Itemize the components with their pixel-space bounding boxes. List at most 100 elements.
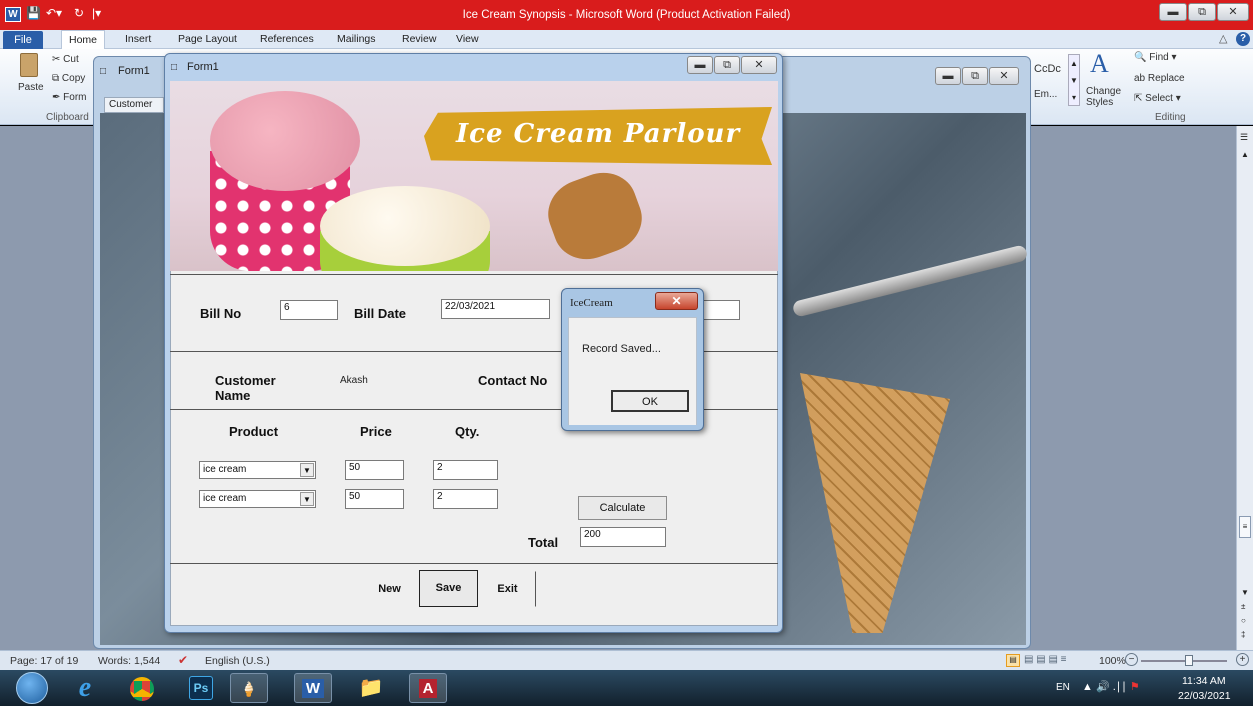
product-select[interactable]: ice cream ▼ bbox=[199, 490, 316, 508]
customer-name-value[interactable]: Akash bbox=[340, 375, 368, 386]
change-styles-icon[interactable]: A bbox=[1090, 49, 1109, 79]
ruler-toggle-icon[interactable]: ☰ bbox=[1240, 132, 1248, 143]
save-button[interactable]: Save bbox=[419, 570, 478, 607]
price-input[interactable]: 50 bbox=[345, 460, 404, 480]
ribbon-minimize-icon[interactable]: △ bbox=[1219, 32, 1227, 45]
form-minimize-button[interactable]: ▬ bbox=[687, 56, 713, 74]
banner-image: Ice Cream Parlour bbox=[170, 81, 778, 271]
file-explorer-icon[interactable]: 📁 bbox=[352, 673, 390, 703]
chrome-icon[interactable] bbox=[130, 677, 154, 701]
back-form-tab[interactable]: Customer bbox=[104, 97, 164, 113]
tab-mailings[interactable]: Mailings bbox=[330, 30, 383, 49]
style-gallery-item[interactable]: CcDc bbox=[1034, 63, 1061, 75]
scoop-tool-image bbox=[791, 244, 1029, 318]
photoshop-icon[interactable]: Ps bbox=[189, 676, 213, 700]
zoom-level[interactable]: 100% bbox=[1099, 655, 1126, 667]
zoom-in-icon[interactable]: + bbox=[1236, 653, 1249, 666]
scroll-down-icon[interactable]: ▼ bbox=[1241, 588, 1249, 597]
dialog-close-button[interactable]: ✕ bbox=[655, 292, 698, 310]
form-close-button[interactable]: ✕ bbox=[741, 56, 777, 74]
style-gallery-item[interactable]: Em... bbox=[1034, 89, 1057, 100]
bill-date-label: Bill Date bbox=[354, 306, 407, 321]
bill-no-input[interactable]: 6 bbox=[280, 300, 338, 320]
page-count[interactable]: Page: 17 of 19 bbox=[10, 655, 78, 667]
word-count[interactable]: Words: 1,544 bbox=[98, 655, 160, 667]
divider bbox=[170, 563, 778, 564]
tray-icons[interactable]: ▲ 🔊 .∣∣ ⚑ bbox=[1082, 680, 1140, 693]
bill-no-label: Bill No bbox=[200, 306, 242, 321]
close-button[interactable]: ✕ bbox=[1217, 3, 1249, 21]
select-button[interactable]: ⇱ Select ▾ bbox=[1134, 93, 1181, 104]
clipboard-group-label: Clipboard bbox=[46, 112, 89, 123]
start-button[interactable] bbox=[16, 672, 48, 704]
styles-scroll-icon[interactable]: ▲ ▼ ▾ bbox=[1068, 54, 1080, 106]
ok-button[interactable]: OK bbox=[611, 390, 689, 412]
next-page-icon[interactable]: ‡ bbox=[1241, 630, 1245, 639]
view-buttons-icon[interactable]: ▤ ▤ ▤ ≡ bbox=[1024, 654, 1067, 665]
back-form-close-button[interactable]: ✕ bbox=[989, 67, 1019, 85]
exit-button[interactable]: Exit bbox=[479, 571, 536, 607]
prev-page-icon[interactable]: ± bbox=[1241, 602, 1245, 611]
access-icon[interactable]: A bbox=[409, 673, 447, 703]
vertical-scrollbar[interactable]: ☰ ▲ ≡ ▼ ± ○ ‡ bbox=[1236, 126, 1253, 650]
qty-input[interactable]: 2 bbox=[433, 489, 498, 509]
form-title: Form1 bbox=[187, 61, 219, 73]
clock-date[interactable]: 22/03/2021 bbox=[1178, 690, 1231, 702]
divider bbox=[170, 274, 778, 275]
replace-button[interactable]: ab Replace bbox=[1134, 73, 1185, 84]
product-select-value: ice cream bbox=[203, 464, 247, 475]
tab-page-layout[interactable]: Page Layout bbox=[171, 30, 244, 49]
waffle-cone-image bbox=[800, 373, 950, 633]
ice-cream-app-icon[interactable]: 🍦 bbox=[230, 673, 268, 703]
tab-view[interactable]: View bbox=[449, 30, 486, 49]
tab-insert[interactable]: Insert bbox=[118, 30, 158, 49]
total-input[interactable]: 200 bbox=[580, 527, 666, 547]
ribbon-tabs: File Home Insert Page Layout References … bbox=[0, 30, 1253, 49]
chevron-down-icon[interactable]: ▼ bbox=[300, 492, 314, 506]
back-form-minimize-button[interactable]: ▬ bbox=[935, 67, 961, 85]
help-icon[interactable]: ? bbox=[1236, 32, 1250, 46]
cut-button[interactable]: ✂ Cut bbox=[52, 54, 79, 65]
vanilla-scoop-image bbox=[320, 186, 490, 266]
proofing-icon[interactable]: ✔ bbox=[178, 653, 188, 667]
copy-button[interactable]: ⧉ Copy bbox=[52, 73, 85, 84]
chevron-down-icon[interactable]: ▼ bbox=[300, 463, 314, 477]
word-taskbar-icon[interactable]: W bbox=[294, 673, 332, 703]
form-maximize-button[interactable]: ⧉ bbox=[714, 56, 740, 74]
zoom-out-icon[interactable]: − bbox=[1125, 653, 1138, 666]
dialog-message: Record Saved... bbox=[582, 343, 661, 355]
network-error-icon[interactable]: ⚑ bbox=[1130, 681, 1140, 693]
scroll-thumb[interactable]: ≡ bbox=[1239, 516, 1251, 538]
product-select[interactable]: ice cream ▼ bbox=[199, 461, 316, 479]
clock-time[interactable]: 11:34 AM bbox=[1182, 675, 1226, 687]
tab-home[interactable]: Home bbox=[61, 30, 106, 49]
price-input[interactable]: 50 bbox=[345, 489, 404, 509]
paste-icon[interactable] bbox=[20, 53, 38, 77]
change-styles-button[interactable]: Change Styles bbox=[1086, 86, 1126, 108]
format-painter-button[interactable]: ✒ Form bbox=[52, 92, 87, 103]
tab-review[interactable]: Review bbox=[395, 30, 443, 49]
bill-date-input[interactable]: 22/03/2021 bbox=[441, 299, 550, 319]
zoom-slider[interactable] bbox=[1141, 660, 1227, 662]
banner-title: Ice Cream Parlour bbox=[456, 119, 741, 149]
scroll-up-icon[interactable]: ▲ bbox=[1241, 150, 1249, 159]
internet-explorer-icon[interactable]: e bbox=[66, 673, 104, 703]
input-language[interactable]: EN bbox=[1056, 682, 1070, 693]
minimize-button[interactable]: ▬ bbox=[1159, 3, 1187, 21]
tab-references[interactable]: References bbox=[253, 30, 321, 49]
qty-input[interactable]: 2 bbox=[433, 460, 498, 480]
browse-object-icon[interactable]: ○ bbox=[1241, 616, 1246, 625]
restore-button[interactable]: ⧉ bbox=[1188, 3, 1216, 21]
back-form-restore-button[interactable]: ⧉ bbox=[962, 67, 988, 85]
find-button[interactable]: 🔍 Find ▾ bbox=[1134, 52, 1177, 63]
calculate-button[interactable]: Calculate bbox=[578, 496, 667, 520]
tab-file[interactable]: File bbox=[3, 31, 43, 49]
product-select-value: ice cream bbox=[203, 493, 247, 504]
zoom-slider-thumb[interactable] bbox=[1185, 655, 1193, 666]
form-icon: □ bbox=[171, 62, 178, 73]
qty-label: Qty. bbox=[455, 424, 480, 439]
language-indicator[interactable]: English (U.S.) bbox=[205, 655, 270, 667]
new-button[interactable]: New bbox=[362, 571, 417, 607]
print-layout-icon[interactable]: ▤ bbox=[1006, 654, 1020, 667]
paste-button[interactable]: Paste bbox=[18, 82, 44, 93]
